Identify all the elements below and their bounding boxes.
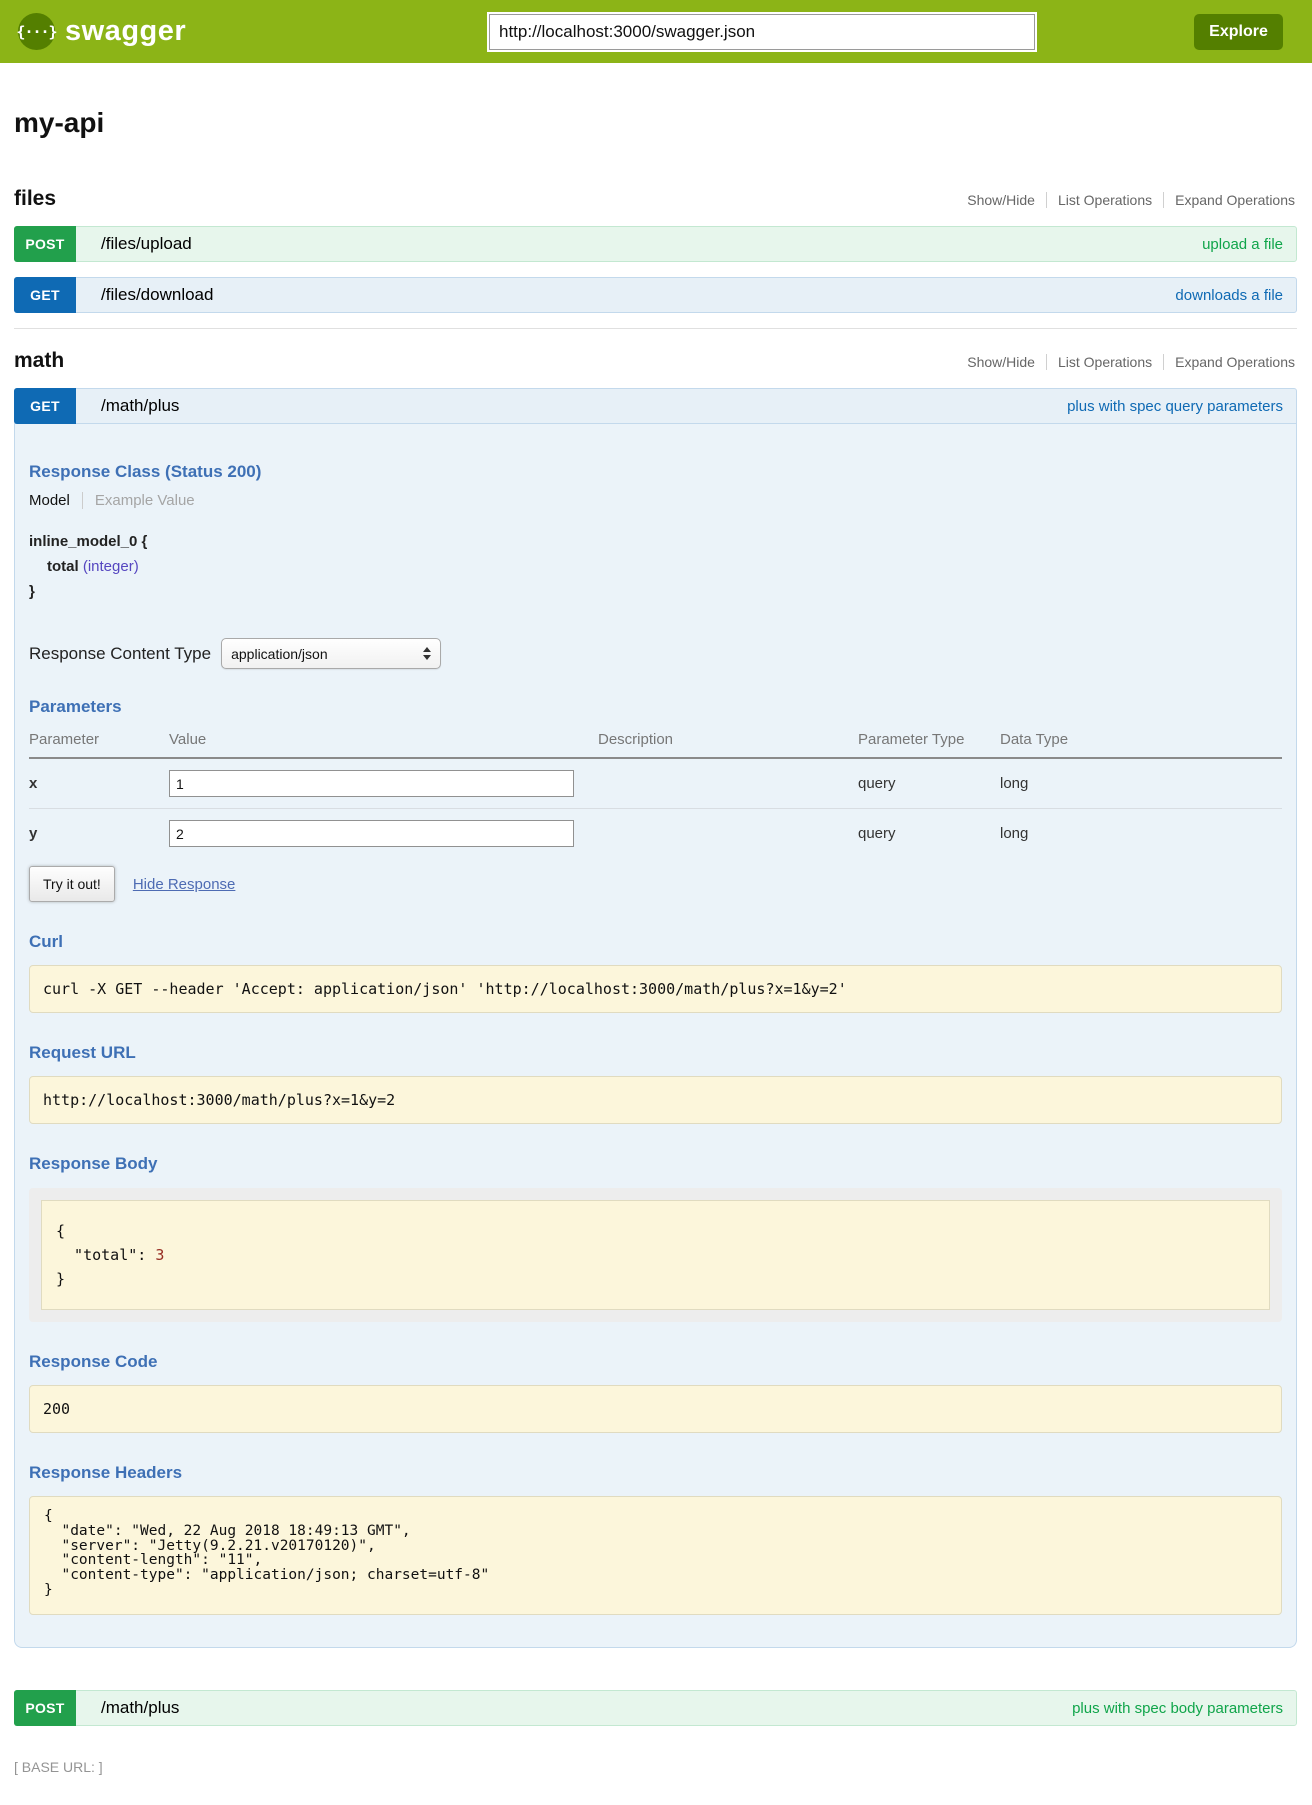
try-it-out-button[interactable]: Try it out! (29, 866, 115, 902)
section-divider (14, 328, 1297, 329)
section-controls: Show/Hide List Operations Expand Operati… (956, 354, 1297, 370)
response-content-type-select[interactable]: application/json (221, 638, 441, 669)
param-x-input[interactable] (169, 770, 574, 797)
col-header-parameter: Parameter (29, 723, 169, 758)
endpoint-get-files-download[interactable]: GET /files/download downloads a file (14, 277, 1297, 313)
app-header: {···} swagger Explore (0, 0, 1312, 63)
endpoint-path[interactable]: /math/plus (101, 1698, 179, 1718)
col-header-parameter-type: Parameter Type (858, 723, 1000, 758)
json-open-brace: { (56, 1222, 65, 1240)
model-signature: inline_model_0 { total (integer) } (29, 529, 1282, 604)
param-data-type: long (1000, 809, 1282, 859)
response-body-json: { "total": 3 } (41, 1200, 1270, 1310)
param-description (598, 809, 858, 859)
model-tabs: Model Example Value (29, 492, 1282, 509)
curl-heading: Curl (29, 932, 1282, 952)
show-hide-link[interactable]: Show/Hide (956, 192, 1046, 208)
model-close-brace: } (29, 579, 1282, 604)
json-close-brace: } (56, 1270, 65, 1288)
param-type: query (858, 758, 1000, 809)
endpoint-path[interactable]: /math/plus (101, 396, 179, 416)
endpoint-path[interactable]: /files/download (101, 285, 213, 305)
curl-command: curl -X GET --header 'Accept: applicatio… (29, 965, 1282, 1013)
hide-response-link[interactable]: Hide Response (133, 876, 236, 893)
col-header-data-type: Data Type (1000, 723, 1282, 758)
spec-url-input[interactable] (489, 14, 1035, 50)
brand-title: swagger (65, 15, 186, 48)
response-headers-heading: Response Headers (29, 1463, 1282, 1483)
expand-operations-link[interactable]: Expand Operations (1163, 354, 1297, 370)
endpoint-path[interactable]: /files/upload (101, 234, 192, 254)
base-url-footer: [ BASE URL: ] (14, 1759, 1297, 1775)
method-badge: POST (14, 226, 76, 262)
endpoint-summary[interactable]: upload a file (1202, 236, 1283, 253)
section-title-files[interactable]: files (14, 187, 56, 211)
response-headers-json: { "date": "Wed, 22 Aug 2018 18:49:13 GMT… (29, 1496, 1282, 1615)
response-class-heading: Response Class (Status 200) (29, 462, 1282, 482)
endpoint-summary[interactable]: plus with spec query parameters (1067, 398, 1283, 415)
col-header-description: Description (598, 723, 858, 758)
endpoint-get-math-plus[interactable]: GET /math/plus plus with spec query para… (14, 388, 1297, 424)
request-url-heading: Request URL (29, 1043, 1282, 1063)
param-row-y: y query long (29, 809, 1282, 859)
response-content-type-label: Response Content Type (29, 644, 211, 664)
expand-operations-link[interactable]: Expand Operations (1163, 192, 1297, 208)
method-badge: GET (14, 388, 76, 424)
param-y-input[interactable] (169, 820, 574, 847)
endpoint-summary[interactable]: downloads a file (1175, 287, 1283, 304)
endpoint-post-files-upload[interactable]: POST /files/upload upload a file (14, 226, 1297, 262)
select-arrows-icon (423, 647, 431, 660)
json-number-value: 3 (155, 1246, 164, 1264)
json-key: "total": (56, 1246, 155, 1264)
list-operations-link[interactable]: List Operations (1046, 354, 1163, 370)
parameters-heading: Parameters (29, 697, 1282, 717)
response-code-heading: Response Code (29, 1352, 1282, 1372)
col-header-value: Value (169, 723, 598, 758)
method-badge: GET (14, 277, 76, 313)
explore-button[interactable]: Explore (1194, 14, 1283, 50)
tab-model[interactable]: Model (29, 492, 83, 509)
response-body-container: { "total": 3 } (29, 1188, 1282, 1322)
response-body-heading: Response Body (29, 1154, 1282, 1174)
model-open-brace: inline_model_0 { (29, 529, 1282, 554)
selected-content-type: application/json (231, 646, 328, 662)
param-data-type: long (1000, 758, 1282, 809)
swagger-logo-icon: {···} (18, 13, 55, 50)
endpoint-post-math-plus[interactable]: POST /math/plus plus with spec body para… (14, 1690, 1297, 1726)
parameters-table: Parameter Value Description Parameter Ty… (29, 723, 1282, 858)
endpoint-summary[interactable]: plus with spec body parameters (1072, 1700, 1283, 1717)
operation-panel: Response Class (Status 200) Model Exampl… (14, 424, 1297, 1648)
param-name: y (29, 809, 169, 859)
page-title: my-api (14, 107, 1297, 139)
show-hide-link[interactable]: Show/Hide (956, 354, 1046, 370)
tab-example-value[interactable]: Example Value (83, 492, 195, 509)
request-url-value: http://localhost:3000/math/plus?x=1&y=2 (29, 1076, 1282, 1124)
section-title-math[interactable]: math (14, 349, 64, 373)
param-type: query (858, 809, 1000, 859)
response-code-value: 200 (29, 1385, 1282, 1433)
method-badge: POST (14, 1690, 76, 1726)
param-name: x (29, 758, 169, 809)
param-description (598, 758, 858, 809)
section-files: files Show/Hide List Operations Expand O… (14, 187, 1297, 313)
model-prop-name: total (47, 558, 79, 575)
swagger-brand[interactable]: {···} swagger (18, 0, 186, 63)
param-row-x: x query long (29, 758, 1282, 809)
model-prop-type: (integer) (83, 558, 139, 575)
section-controls: Show/Hide List Operations Expand Operati… (956, 192, 1297, 208)
list-operations-link[interactable]: List Operations (1046, 192, 1163, 208)
section-math: math Show/Hide List Operations Expand Op… (14, 349, 1297, 1726)
